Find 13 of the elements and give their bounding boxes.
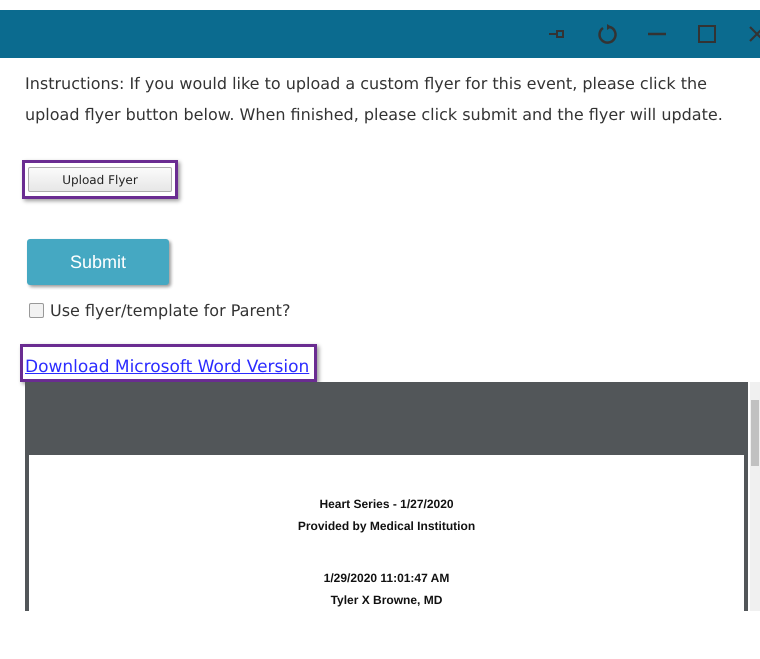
checkbox-label: Use flyer/template for Parent? bbox=[50, 301, 290, 320]
upload-flyer-button[interactable]: Upload Flyer bbox=[28, 167, 172, 192]
checkbox[interactable] bbox=[29, 303, 44, 318]
scrollbar[interactable] bbox=[750, 382, 760, 611]
maximize-icon[interactable] bbox=[696, 23, 718, 45]
document-line: Heart Series - 1/27/2020 bbox=[318, 496, 455, 513]
document-line: Provided by Medical Institution bbox=[296, 518, 476, 535]
instructions-text: Instructions: If you would like to upload a custom flyer for this event, please click the upload flyer button below. When finished, please click submit and the flyer will update. bbox=[25, 73, 724, 126]
refresh-icon[interactable] bbox=[596, 23, 618, 45]
scroll-thumb[interactable] bbox=[751, 400, 759, 466]
download-link[interactable]: Download Microsoft Word Version bbox=[25, 357, 310, 377]
document-line: Tyler X Browne, MD bbox=[330, 592, 444, 609]
document-line: 1/29/2020 11:01:47 AM bbox=[322, 570, 450, 587]
